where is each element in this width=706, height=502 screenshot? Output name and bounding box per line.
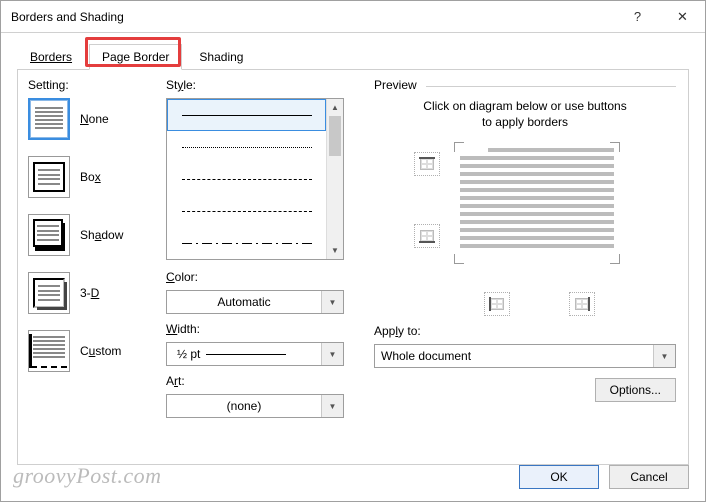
preview-hint: Click on diagram below or use buttons to…	[374, 98, 676, 130]
setting-label: Setting:	[28, 78, 158, 92]
ok-button-label: OK	[550, 470, 567, 484]
apply-to-value: Whole document	[375, 349, 653, 363]
style-listbox[interactable]: ▲ ▼	[166, 98, 344, 260]
color-dropdown[interactable]: Automatic ▼	[166, 290, 344, 314]
setting-box[interactable]: Box	[28, 156, 158, 198]
window-title: Borders and Shading	[11, 10, 615, 24]
border-left-button[interactable]	[484, 292, 510, 316]
style-section: Style: ▲ ▼ Color: Automatic ▼	[166, 70, 366, 464]
scroll-thumb[interactable]	[329, 116, 341, 156]
preview-section: Preview Click on diagram below or use bu…	[366, 70, 688, 464]
width-label: Width:	[166, 322, 362, 336]
tab-page-border-label: Page Border	[102, 50, 169, 64]
chevron-down-icon: ▼	[653, 345, 675, 367]
options-button[interactable]: Options...	[595, 378, 676, 402]
border-right-button[interactable]	[569, 292, 595, 316]
cancel-button[interactable]: Cancel	[609, 465, 689, 489]
tabs: Borders Page Border Shading	[1, 33, 705, 69]
tab-shading-label: Shading	[199, 50, 243, 64]
style-scrollbar[interactable]: ▲ ▼	[326, 99, 343, 259]
options-row: Options...	[374, 378, 676, 402]
preview-label-text: Preview	[374, 78, 417, 92]
preview-label: Preview	[374, 78, 676, 92]
art-value: (none)	[167, 399, 321, 413]
preview-diagram[interactable]	[374, 144, 676, 324]
width-dropdown[interactable]: ½ pt ▼	[166, 342, 344, 366]
width-sample-line	[206, 354, 286, 355]
box-icon	[28, 156, 70, 198]
art-label: Art:	[166, 374, 362, 388]
apply-to-dropdown[interactable]: Whole document ▼	[374, 344, 676, 368]
cancel-button-label: Cancel	[630, 470, 667, 484]
setting-box-label: Box	[80, 170, 101, 184]
art-dropdown[interactable]: (none) ▼	[166, 394, 344, 418]
chevron-down-icon: ▼	[321, 395, 343, 417]
options-button-label: Options...	[610, 383, 661, 397]
close-button[interactable]: ✕	[660, 1, 705, 32]
watermark-text: groovyPost.com	[13, 463, 162, 489]
border-top-button[interactable]	[414, 152, 440, 176]
titlebar: Borders and Shading ? ✕	[1, 1, 705, 33]
tab-panel: Setting: None Box Shadow	[17, 69, 689, 465]
preview-hint-line2: to apply borders	[482, 115, 568, 129]
tab-page-border[interactable]: Page Border	[89, 44, 182, 70]
style-items	[167, 99, 326, 259]
tab-borders-label: Borders	[30, 50, 72, 64]
apply-to-row: Apply to: Whole document ▼	[374, 324, 676, 368]
setting-section: Setting: None Box Shadow	[18, 70, 166, 464]
style-label: Style:	[166, 78, 362, 92]
color-label: Color:	[166, 270, 362, 284]
setting-none[interactable]: None	[28, 98, 158, 140]
ok-button[interactable]: OK	[519, 465, 599, 489]
setting-none-label: None	[80, 112, 109, 126]
help-button[interactable]: ?	[615, 1, 660, 32]
tab-shading[interactable]: Shading	[186, 44, 256, 70]
scroll-down-icon[interactable]: ▼	[327, 242, 343, 259]
style-option-dashed[interactable]	[167, 195, 326, 227]
preview-page[interactable]	[460, 148, 614, 258]
style-option-dash-dot[interactable]	[167, 227, 326, 259]
setting-shadow[interactable]: Shadow	[28, 214, 158, 256]
apply-to-label: Apply to:	[374, 324, 676, 338]
style-option-dashed-small[interactable]	[167, 163, 326, 195]
threed-icon	[28, 272, 70, 314]
borders-and-shading-dialog: Borders and Shading ? ✕ Borders Page Bor…	[0, 0, 706, 502]
color-value: Automatic	[167, 295, 321, 309]
dialog-footer: OK Cancel	[519, 465, 689, 489]
tab-borders[interactable]: Borders	[17, 44, 85, 70]
style-option-solid[interactable]	[167, 99, 326, 131]
custom-icon	[28, 330, 70, 372]
scroll-up-icon[interactable]: ▲	[327, 99, 343, 116]
setting-custom-label: Custom	[80, 344, 121, 358]
chevron-down-icon: ▼	[321, 291, 343, 313]
border-bottom-button[interactable]	[414, 224, 440, 248]
preview-hint-line1: Click on diagram below or use buttons	[423, 99, 626, 113]
shadow-icon	[28, 214, 70, 256]
setting-shadow-label: Shadow	[80, 228, 123, 242]
setting-custom[interactable]: Custom	[28, 330, 158, 372]
setting-3d-label: 3-D	[80, 286, 99, 300]
chevron-down-icon: ▼	[321, 343, 343, 365]
scroll-track[interactable]	[327, 116, 343, 242]
style-option-dotted[interactable]	[167, 131, 326, 163]
setting-3d[interactable]: 3-D	[28, 272, 158, 314]
none-icon	[28, 98, 70, 140]
width-value: ½ pt	[167, 347, 200, 361]
